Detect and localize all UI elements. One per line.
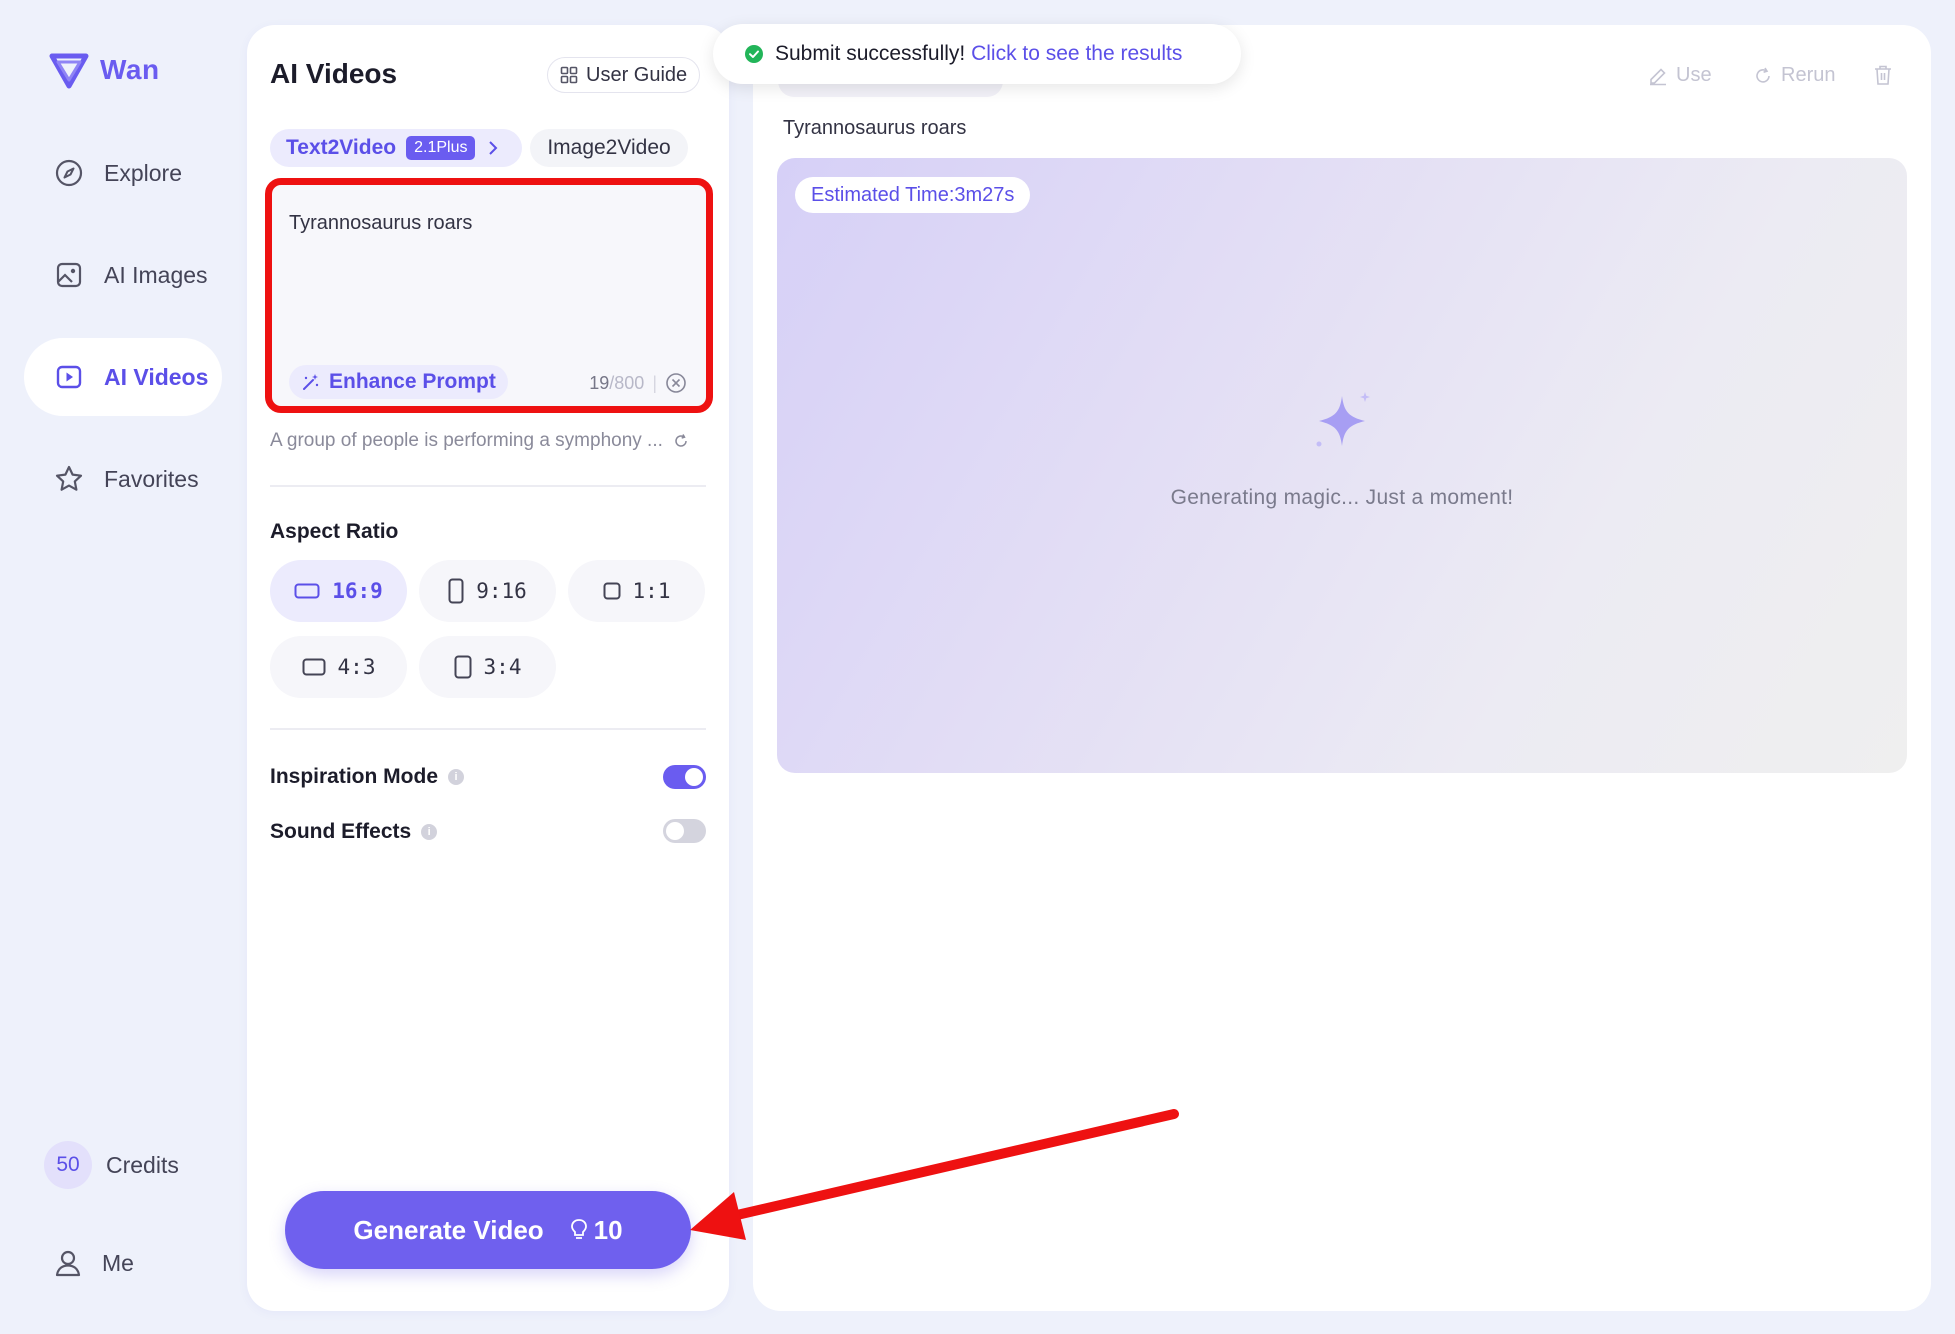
nav-label-favorites: Favorites bbox=[104, 465, 199, 492]
trash-icon bbox=[1873, 64, 1893, 86]
nav-item-favorites[interactable]: Favorites bbox=[24, 440, 222, 518]
enhance-prompt-button[interactable]: Enhance Prompt bbox=[289, 365, 508, 399]
aspect-ratio-label: Aspect Ratio bbox=[270, 520, 399, 543]
user-guide-label: User Guide bbox=[586, 63, 688, 86]
landscape-ratio-icon bbox=[294, 583, 320, 599]
char-count-max: /800 bbox=[609, 372, 645, 393]
nav-item-ai-videos[interactable]: AI Videos bbox=[24, 338, 222, 416]
sound-effects-row: Sound Effects i bbox=[270, 820, 438, 844]
prompt-input-box[interactable]: Tyrannosaurus roars Enhance Prompt 19/80… bbox=[265, 178, 713, 413]
section-divider bbox=[270, 728, 706, 730]
tab-image2video-label: Image2Video bbox=[547, 136, 671, 159]
toast-message: Submit successfully! bbox=[775, 42, 966, 65]
nav-label-ai-images: AI Images bbox=[104, 261, 208, 288]
nav-item-me[interactable]: Me bbox=[54, 1249, 134, 1277]
tab-text2video-label: Text2Video bbox=[286, 136, 397, 159]
credits-indicator[interactable]: 50 Credits bbox=[44, 1141, 179, 1189]
grid-icon bbox=[560, 66, 578, 84]
app-logo[interactable]: Wan bbox=[48, 50, 160, 90]
generation-prompt: Tyrannosaurus roars bbox=[783, 117, 967, 139]
char-count-value: 19 bbox=[589, 372, 610, 393]
compass-icon bbox=[54, 158, 84, 188]
tab-image2video[interactable]: Image2Video bbox=[530, 129, 688, 167]
nav-item-explore[interactable]: Explore bbox=[24, 134, 222, 212]
counter-divider: | bbox=[652, 372, 657, 393]
aspect-ratio-1-1[interactable]: 1:1 bbox=[568, 560, 705, 622]
generate-video-button[interactable]: Generate Video 10 bbox=[285, 1191, 691, 1269]
inspiration-mode-label: Inspiration Mode bbox=[270, 765, 438, 788]
rerun-icon bbox=[1753, 66, 1773, 86]
inspiration-mode-row: Inspiration Mode i bbox=[270, 765, 464, 789]
landscape-ratio-icon bbox=[302, 658, 326, 676]
preview-pane: Use Rerun Tyrannosaurus roars Estimated … bbox=[753, 25, 1931, 1311]
ratio-label: 9:16 bbox=[476, 579, 527, 603]
image-icon bbox=[54, 260, 84, 290]
suggestion-text: A group of people is performing a sympho… bbox=[270, 430, 663, 451]
user-guide-button[interactable]: User Guide bbox=[547, 57, 701, 93]
success-toast: Submit successfully! Click to see the re… bbox=[713, 24, 1241, 84]
sound-effects-label: Sound Effects bbox=[270, 820, 412, 843]
use-button[interactable]: Use bbox=[1648, 64, 1712, 87]
me-label: Me bbox=[102, 1249, 134, 1276]
info-icon[interactable]: i bbox=[448, 769, 464, 785]
portrait-ratio-icon bbox=[448, 578, 464, 604]
credits-count: 50 bbox=[44, 1141, 92, 1189]
ratio-label: 16:9 bbox=[332, 579, 383, 603]
see-results-link[interactable]: Click to see the results bbox=[971, 42, 1182, 65]
clear-icon[interactable] bbox=[665, 372, 687, 394]
refresh-icon[interactable] bbox=[673, 433, 689, 449]
inspiration-mode-toggle[interactable] bbox=[663, 765, 706, 789]
delete-button[interactable] bbox=[1873, 64, 1893, 86]
enhance-prompt-label: Enhance Prompt bbox=[329, 370, 496, 393]
aspect-ratio-4-3[interactable]: 4:3 bbox=[270, 636, 407, 698]
sound-effects-toggle[interactable] bbox=[663, 819, 706, 843]
nav-label-explore: Explore bbox=[104, 159, 182, 186]
check-circle-icon bbox=[745, 45, 763, 63]
aspect-ratio-9-16[interactable]: 9:16 bbox=[419, 560, 556, 622]
panel-title: AI Videos bbox=[270, 58, 398, 89]
credits-label: Credits bbox=[106, 1151, 179, 1178]
aspect-ratio-3-4[interactable]: 3:4 bbox=[419, 636, 556, 698]
tab-text2video[interactable]: Text2Video 2.1Plus bbox=[270, 129, 522, 167]
use-label: Use bbox=[1676, 64, 1712, 86]
generate-video-label: Generate Video bbox=[353, 1214, 544, 1245]
ratio-label: 4:3 bbox=[337, 655, 376, 679]
ratio-label: 3:4 bbox=[483, 655, 522, 679]
char-counter: 19/800 | bbox=[589, 372, 687, 394]
square-ratio-icon bbox=[603, 582, 621, 600]
lightbulb-icon bbox=[570, 1218, 588, 1242]
section-divider bbox=[270, 485, 706, 487]
generation-card: Estimated Time:3m27s Generating magic...… bbox=[777, 158, 1907, 773]
app-name: Wan bbox=[100, 54, 160, 85]
generate-cost-value: 10 bbox=[593, 1214, 623, 1245]
star-icon bbox=[54, 464, 84, 494]
ratio-label: 1:1 bbox=[632, 579, 671, 603]
generate-cost: 10 bbox=[570, 1215, 623, 1246]
magic-wand-icon bbox=[301, 372, 321, 392]
estimated-time-badge: Estimated Time:3m27s bbox=[795, 177, 1031, 213]
model-version-badge: 2.1Plus bbox=[406, 136, 476, 160]
rerun-label: Rerun bbox=[1781, 64, 1836, 86]
wan-logo-icon bbox=[49, 53, 89, 89]
chevron-right-icon[interactable] bbox=[487, 140, 499, 156]
prompt-textarea[interactable]: Tyrannosaurus roars bbox=[289, 212, 472, 235]
user-icon bbox=[54, 1249, 82, 1277]
generating-indicator: Generating magic... Just a moment! bbox=[777, 388, 1907, 510]
prompt-suggestion[interactable]: A group of people is performing a sympho… bbox=[270, 430, 689, 452]
sparkle-icon bbox=[1307, 388, 1377, 458]
portrait-ratio-icon bbox=[454, 655, 472, 679]
nav-label-ai-videos: AI Videos bbox=[104, 363, 209, 390]
info-icon[interactable]: i bbox=[421, 824, 438, 840]
pencil-icon bbox=[1648, 66, 1668, 86]
generating-status-text: Generating magic... Just a moment! bbox=[1170, 486, 1514, 509]
video-settings-panel: AI Videos User Guide Text2Video 2.1Plus … bbox=[247, 25, 729, 1311]
rerun-button[interactable]: Rerun bbox=[1753, 64, 1835, 87]
aspect-ratio-16-9[interactable]: 16:9 bbox=[270, 560, 407, 622]
nav-item-ai-images[interactable]: AI Images bbox=[24, 236, 222, 314]
video-icon bbox=[54, 362, 84, 392]
